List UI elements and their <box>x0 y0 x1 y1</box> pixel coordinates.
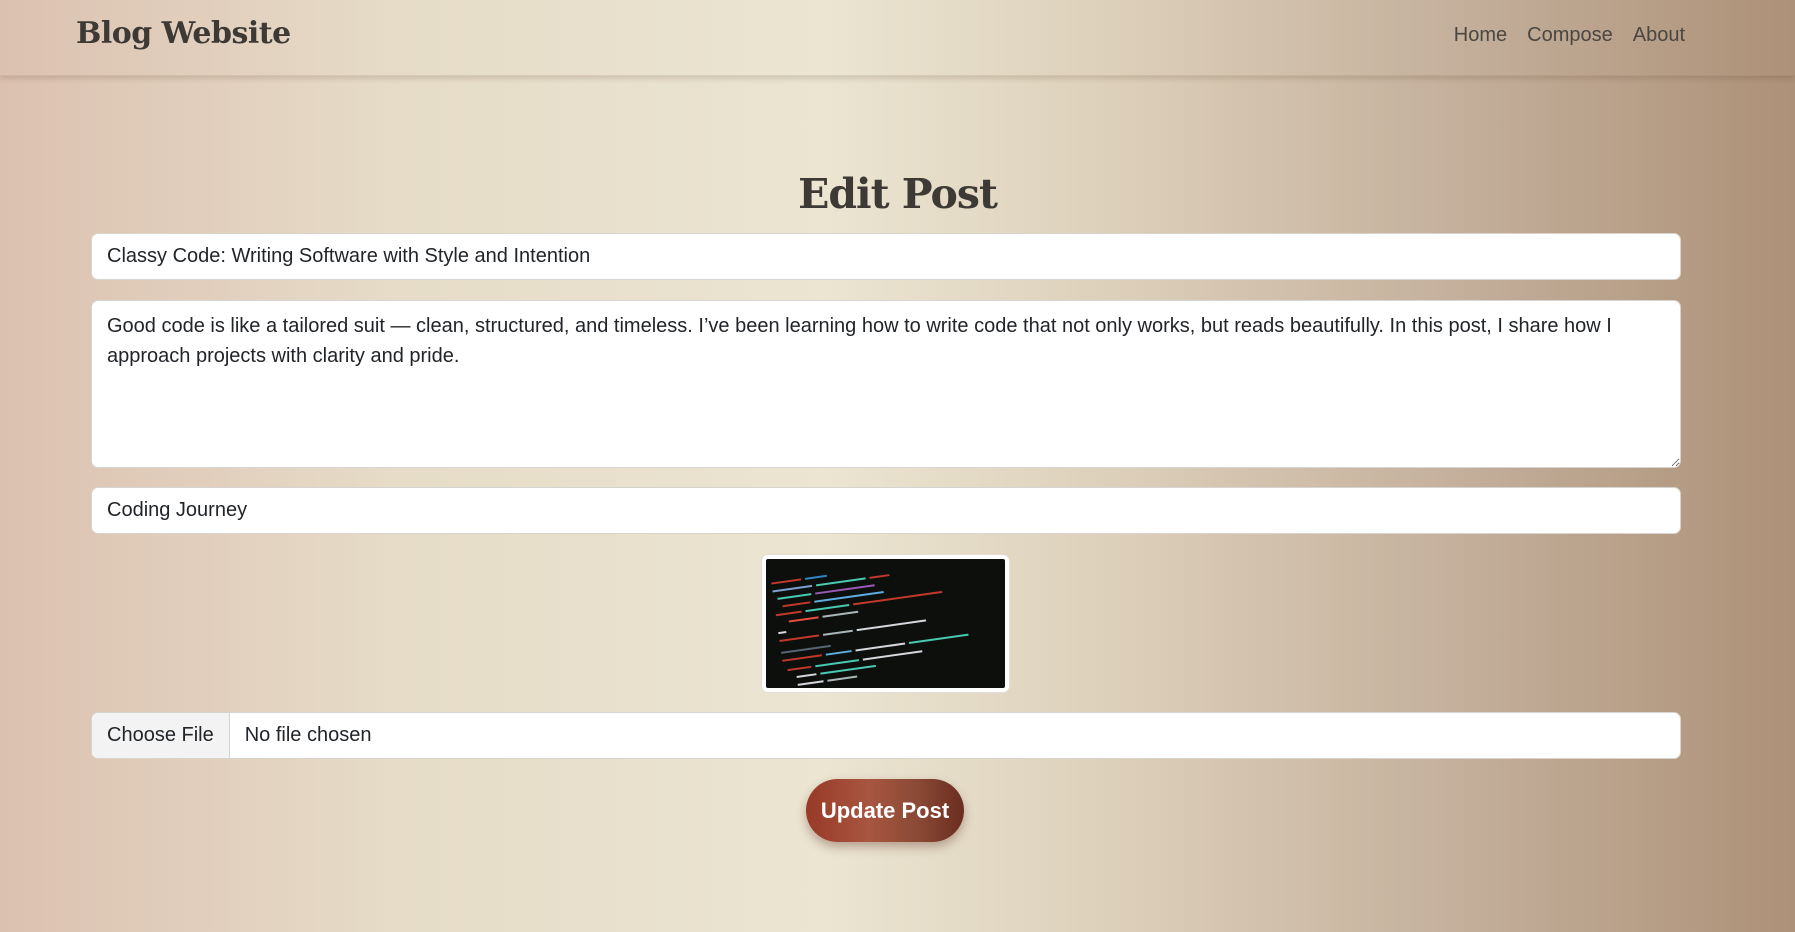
brand-logo[interactable]: Blog Website <box>76 16 291 51</box>
post-title-input[interactable] <box>91 233 1681 280</box>
nav-link-about[interactable]: About <box>1633 24 1685 47</box>
nav-link-compose[interactable]: Compose <box>1527 24 1613 47</box>
nav-links: Home Compose About <box>1454 24 1685 47</box>
navbar: Blog Website Home Compose About <box>0 0 1795 76</box>
post-image-preview <box>762 555 1009 692</box>
file-status-text: No file chosen <box>244 724 372 746</box>
update-post-button[interactable]: Update Post <box>806 779 964 842</box>
code-screenshot-image <box>766 559 1005 688</box>
post-category-input[interactable] <box>91 487 1681 534</box>
image-file-input[interactable]: Choose File No file chosen <box>91 712 1681 759</box>
nav-link-home[interactable]: Home <box>1454 24 1507 47</box>
choose-file-button[interactable]: Choose File <box>92 713 230 758</box>
page-title: Edit Post <box>798 170 998 219</box>
post-content-textarea[interactable]: Good code is like a tailored suit — clea… <box>91 300 1681 468</box>
